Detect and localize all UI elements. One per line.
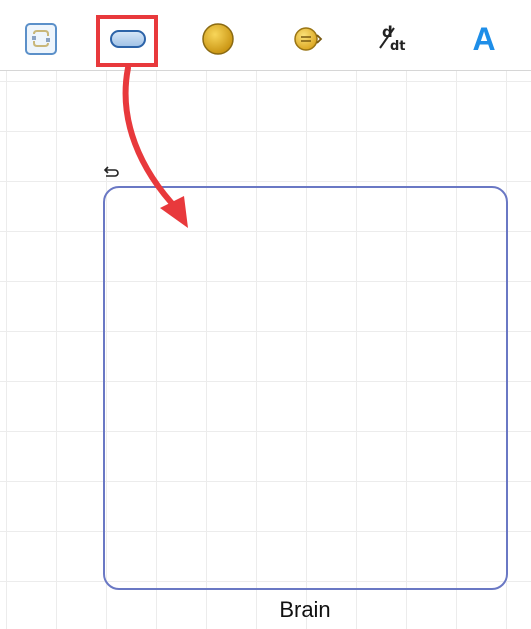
flow-valve-icon <box>294 27 323 51</box>
text-tool-button[interactable]: A <box>460 15 508 63</box>
selection-tool-button[interactable] <box>17 15 65 63</box>
auxiliary-tool-button[interactable] <box>194 15 242 63</box>
gold-circle-icon <box>202 23 234 55</box>
svg-text:dt: dt <box>390 39 406 54</box>
ddt-icon: d dt <box>379 23 406 54</box>
stock-tool-button[interactable] <box>104 15 152 63</box>
derivative-tool-button[interactable]: d dt <box>370 15 418 63</box>
loop-arrow-icon <box>103 166 119 177</box>
stock-brain[interactable] <box>103 186 508 590</box>
stock-label[interactable]: Brain <box>240 597 370 623</box>
text-A-icon: A <box>472 20 496 57</box>
group-frame-icon <box>25 23 57 55</box>
flow-tool-button[interactable] <box>283 15 331 63</box>
toolbar: d dt A <box>0 0 531 71</box>
stock-rounded-rect-icon <box>110 30 146 48</box>
